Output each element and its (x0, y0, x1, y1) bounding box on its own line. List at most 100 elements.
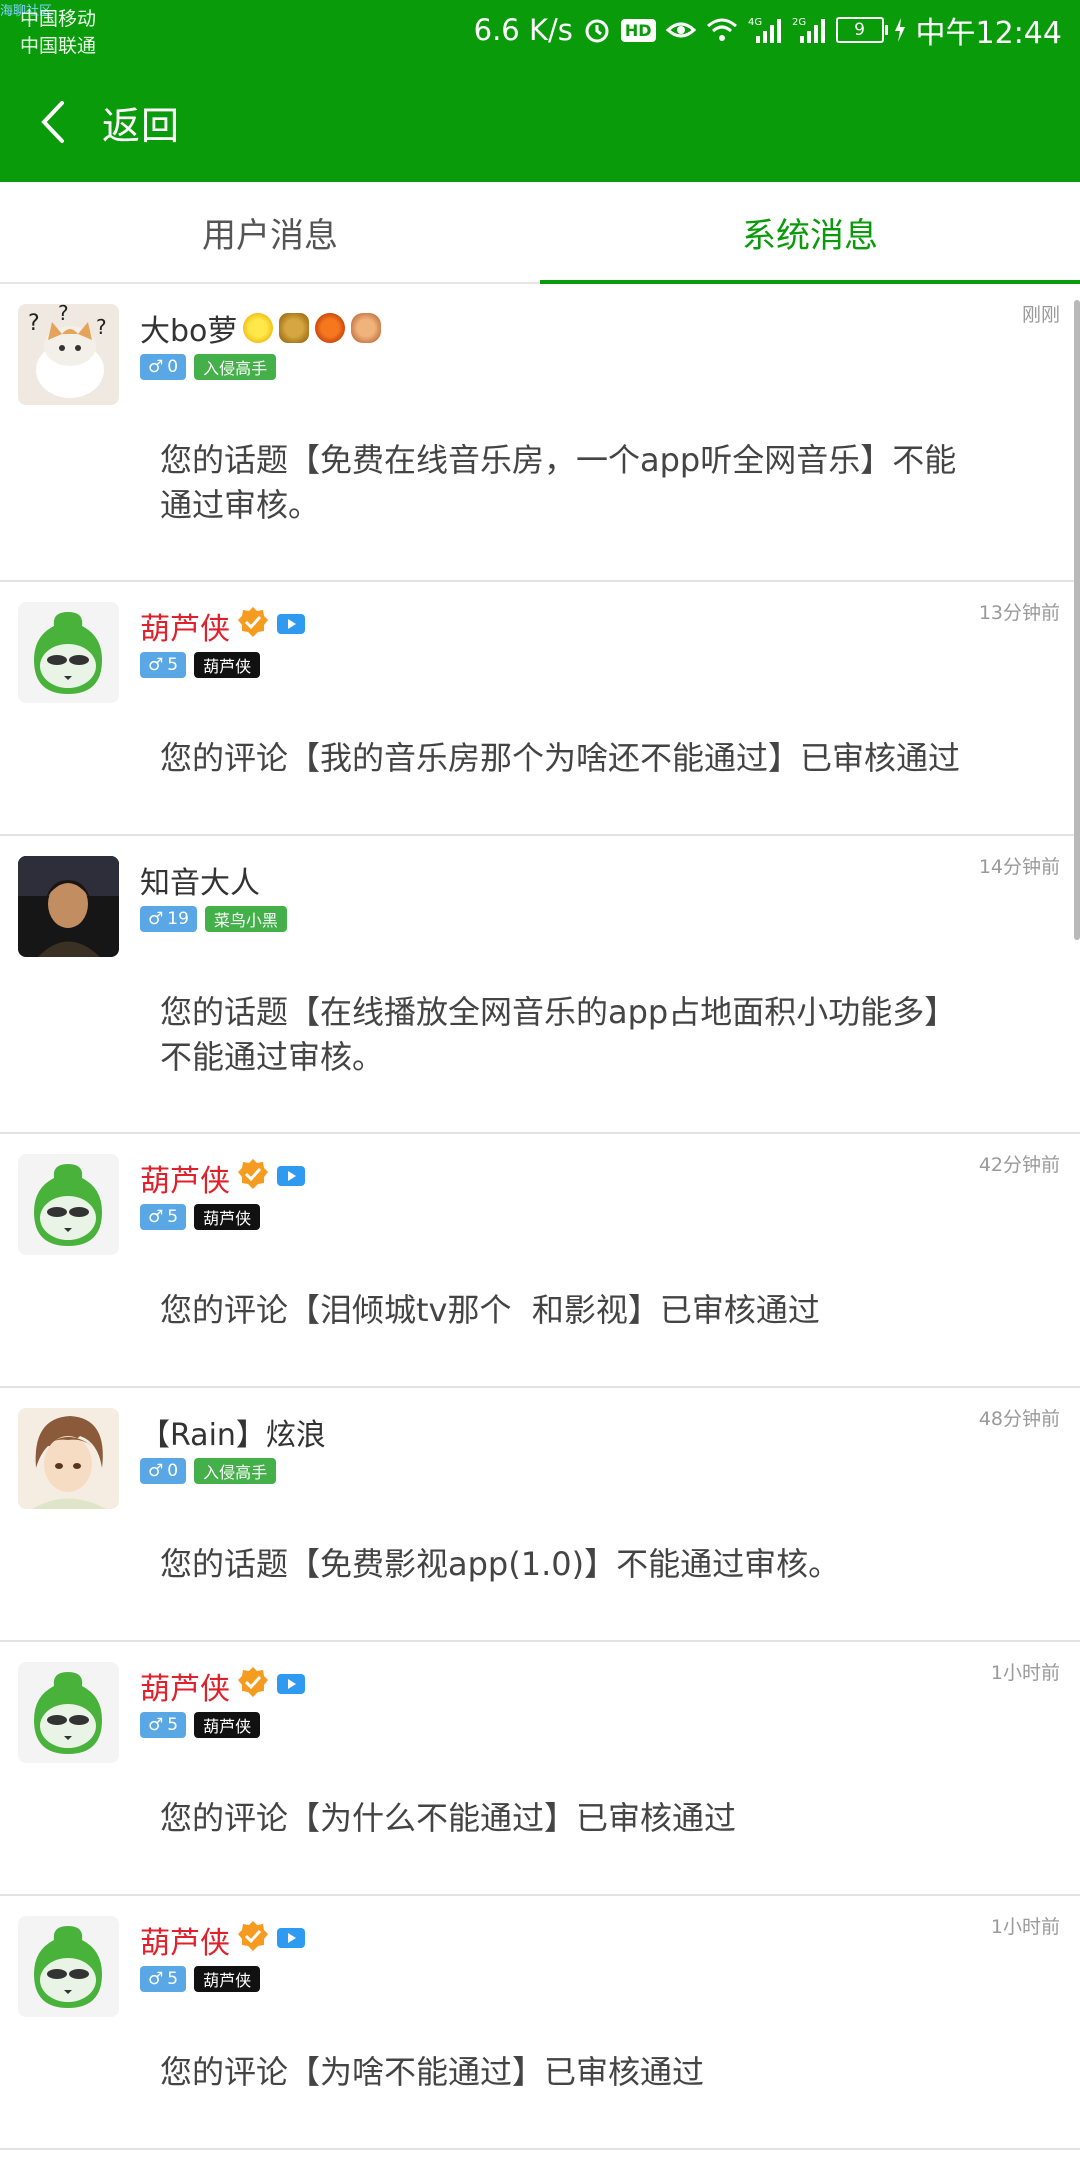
message-list: ? ? ? 大bo萝 刚刚 ♂ 0 入侵高手 您的话题【免费在线音乐房，一个app… (0, 284, 1080, 2150)
message-content: 您的话题【免费在线音乐房，一个app听全网音乐】不能 通过审核。 (160, 438, 1030, 528)
title-badge: 入侵高手 (194, 1458, 277, 1484)
sun-medal-icon (243, 313, 274, 343)
charging-icon (894, 18, 906, 42)
username-text: 葫芦侠 (140, 1672, 230, 1707)
content-line: 通过审核。 (160, 486, 321, 524)
wifi-icon (706, 17, 738, 43)
content-line: 您的话题【在线播放全网音乐的app占地面积小功能多】 (160, 993, 957, 1031)
user-badges: ♂ 0 入侵高手 (140, 354, 277, 380)
username[interactable]: 大bo萝 (140, 306, 382, 350)
avatar[interactable] (18, 856, 119, 957)
list-item[interactable]: 葫芦侠 42分钟前 ♂ 5 葫芦侠 您的评论【泪倾城tv那个 和影视】已审核通过 (0, 1134, 1080, 1388)
username[interactable]: 葫芦侠 (140, 1664, 306, 1708)
carrier-info: 中国移动 中国联通 (20, 6, 96, 60)
male-icon: ♂ (148, 1461, 164, 1481)
eye-icon (665, 18, 696, 42)
carrier-2: 中国联通 (20, 35, 97, 57)
svg-text:?: ? (58, 304, 69, 325)
user-badges: ♂ 5 葫芦侠 (140, 1204, 261, 1230)
list-item[interactable]: 葫芦侠 1小时前 ♂ 5 葫芦侠 您的评论【为什么不能通过】已审核通过 (0, 1642, 1080, 1896)
avatar[interactable] (18, 1916, 119, 2017)
username[interactable]: 葫芦侠 (140, 1918, 306, 1962)
username[interactable]: 葫芦侠 (140, 604, 306, 648)
title-badge: 菜鸟小黑 (204, 906, 287, 932)
scrollbar[interactable] (1074, 300, 1080, 940)
user-badges: ♂ 5 葫芦侠 (140, 1966, 261, 1992)
nav-row: 返回 (0, 62, 1080, 182)
net1-label: 4G (748, 17, 762, 28)
content-line: 不能通过审核。 (160, 1038, 385, 1076)
user-badges: ♂ 5 葫芦侠 (140, 1712, 261, 1738)
gender-level-badge: ♂ 5 (140, 1204, 187, 1230)
verified-icon (236, 1665, 270, 1707)
content-line: 您的话题【免费影视app(1.0)】不能通过审核。 (160, 1545, 841, 1583)
title-badge: 葫芦侠 (194, 1204, 261, 1230)
tab-system-messages[interactable]: 系统消息 (540, 182, 1080, 284)
hd-icon: HD (620, 18, 656, 42)
gender-level-badge: ♂ 5 (140, 1966, 187, 1992)
badge-medal-icon (351, 313, 382, 343)
avatar[interactable] (18, 602, 119, 703)
app-header: 海聊社区 中国移动 中国联通 6.6 K/s HD 4G 2G 9 中午12:4… (0, 0, 1080, 182)
level-value: 19 (167, 909, 189, 929)
gender-level-badge: ♂ 0 (140, 1458, 187, 1484)
level-value: 5 (167, 655, 179, 675)
network-speed: 6.6 K/s (473, 13, 573, 47)
user-badges: ♂ 5 葫芦侠 (140, 652, 261, 678)
message-time: 13分钟前 (978, 602, 1060, 624)
orange-medal-icon (315, 313, 346, 343)
list-item[interactable]: 葫芦侠 13分钟前 ♂ 5 葫芦侠 您的评论【我的音乐房那个为啥还不能通过】已审核… (0, 582, 1080, 836)
gender-level-badge: ♂ 19 (140, 906, 197, 932)
list-item[interactable]: ? ? ? 大bo萝 刚刚 ♂ 0 入侵高手 您的话题【免费在线音乐房，一个app… (0, 284, 1080, 582)
svg-text:?: ? (28, 311, 40, 336)
username[interactable]: 知音大人 (140, 858, 260, 902)
verified-icon (236, 1157, 270, 1199)
gender-level-badge: ♂ 0 (140, 354, 187, 380)
tab-user-messages[interactable]: 用户消息 (0, 182, 540, 282)
message-content: 您的评论【为啥不能通过】已审核通过 (160, 2050, 1030, 2095)
signal-2-icon: 2G (792, 16, 826, 44)
battery-level: 9 (854, 20, 865, 40)
username-text: 葫芦侠 (140, 1164, 230, 1199)
gender-level-badge: ♂ 5 (140, 1712, 187, 1738)
username[interactable]: 【Rain】炫浪 (140, 1410, 326, 1454)
avatar[interactable]: ? ? ? (18, 304, 119, 405)
avatar[interactable] (18, 1408, 119, 1509)
content-line: 您的评论【为什么不能通过】已审核通过 (160, 1799, 737, 1837)
message-content: 您的评论【为什么不能通过】已审核通过 (160, 1796, 1030, 1841)
male-icon: ♂ (148, 909, 164, 929)
video-icon (276, 1161, 306, 1196)
male-icon: ♂ (148, 1207, 164, 1227)
list-item[interactable]: 葫芦侠 1小时前 ♂ 5 葫芦侠 您的评论【为啥不能通过】已审核通过 (0, 1896, 1080, 2150)
level-value: 5 (167, 1715, 179, 1735)
male-icon: ♂ (148, 1715, 164, 1735)
message-tabs: 用户消息 系统消息 (0, 182, 1080, 284)
username[interactable]: 葫芦侠 (140, 1156, 306, 1200)
list-item[interactable]: 知音大人 14分钟前 ♂ 19 菜鸟小黑 您的话题【在线播放全网音乐的app占地面… (0, 836, 1080, 1134)
level-value: 5 (167, 1969, 179, 1989)
title-badge: 葫芦侠 (194, 1712, 261, 1738)
content-line: 您的评论【为啥不能通过】已审核通过 (160, 2053, 705, 2091)
video-icon (276, 1669, 306, 1704)
video-icon (276, 609, 306, 644)
message-content: 您的话题【在线播放全网音乐的app占地面积小功能多】 不能通过审核。 (160, 990, 1030, 1080)
message-content: 您的话题【免费影视app(1.0)】不能通过审核。 (160, 1542, 1030, 1587)
user-badges: ♂ 19 菜鸟小黑 (140, 906, 287, 932)
message-time: 刚刚 (1021, 304, 1060, 326)
list-item[interactable]: 【Rain】炫浪 48分钟前 ♂ 0 入侵高手 您的话题【免费影视app(1.0)… (0, 1388, 1080, 1642)
content-line: 您的评论【我的音乐房那个为啥还不能通过】已审核通过 (160, 739, 961, 777)
battery-icon: 9 (835, 17, 888, 43)
chevron-left-icon (40, 101, 80, 143)
avatar[interactable] (18, 1154, 119, 1255)
back-button[interactable]: 返回 (40, 95, 180, 150)
level-value: 5 (167, 1207, 179, 1227)
user-badges: ♂ 0 入侵高手 (140, 1458, 277, 1484)
message-content: 您的评论【泪倾城tv那个 和影视】已审核通过 (160, 1288, 1030, 1333)
carrier-1: 中国移动 (20, 8, 97, 30)
gender-level-badge: ♂ 5 (140, 652, 187, 678)
wings-medal-icon (279, 313, 310, 343)
status-bar: 海聊社区 中国移动 中国联通 6.6 K/s HD 4G 2G 9 中午12:4… (0, 0, 1080, 62)
username-text: 葫芦侠 (140, 612, 230, 647)
avatar[interactable] (18, 1662, 119, 1763)
message-time: 48分钟前 (978, 1408, 1060, 1430)
